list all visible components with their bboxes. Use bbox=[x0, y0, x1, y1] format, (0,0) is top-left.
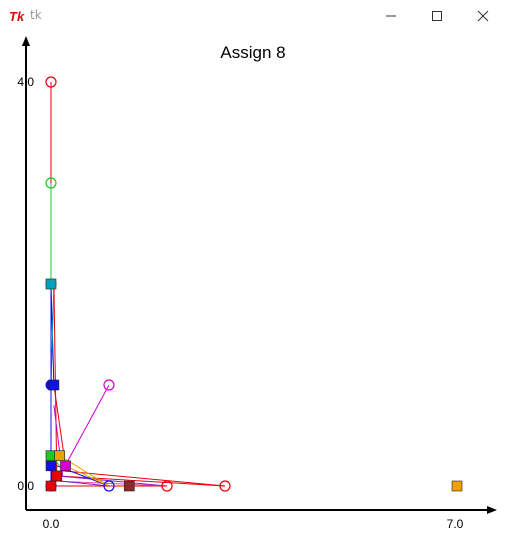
tk-feather-icon: Tk bbox=[9, 9, 25, 24]
chart-point-13 bbox=[45, 480, 57, 492]
svg-text:Tk: Tk bbox=[9, 9, 25, 24]
chart-point-10 bbox=[45, 460, 57, 472]
minimize-button[interactable] bbox=[368, 0, 414, 32]
chart-segment-12 bbox=[56, 475, 168, 487]
y-axis-arrow bbox=[22, 36, 30, 46]
chart-point-5 bbox=[48, 379, 60, 391]
chart-segments bbox=[50, 82, 226, 487]
chart-title: Assign 8 bbox=[220, 43, 285, 62]
chart-point-3 bbox=[45, 278, 57, 290]
y-tick-label-max: 4.0 bbox=[17, 75, 34, 89]
chart-point-11 bbox=[51, 470, 63, 482]
chart-svg: Assign 8 0.0 7.0 4.0 0.0 bbox=[17, 36, 497, 531]
x-axis-arrow bbox=[487, 506, 497, 514]
x-tick-label-min: 0.0 bbox=[43, 517, 60, 531]
close-button[interactable] bbox=[460, 0, 506, 32]
window-titlebar: Tk tk bbox=[0, 0, 506, 33]
window-title: tk bbox=[30, 8, 42, 22]
maximize-icon bbox=[432, 11, 442, 21]
chart-point-15 bbox=[124, 480, 135, 492]
chart-points bbox=[45, 76, 463, 492]
minimize-icon bbox=[386, 15, 396, 17]
close-icon bbox=[477, 10, 489, 22]
x-tick-label-max: 7.0 bbox=[447, 517, 464, 531]
plot-canvas: Assign 8 0.0 7.0 4.0 0.0 bbox=[0, 32, 506, 536]
chart-point-9 bbox=[60, 460, 71, 472]
y-tick-label-min: 0.0 bbox=[17, 479, 34, 493]
chart-point-18 bbox=[451, 480, 463, 492]
chart-segment-16 bbox=[65, 465, 110, 487]
maximize-button[interactable] bbox=[414, 0, 460, 32]
chart-point-8 bbox=[54, 450, 66, 462]
